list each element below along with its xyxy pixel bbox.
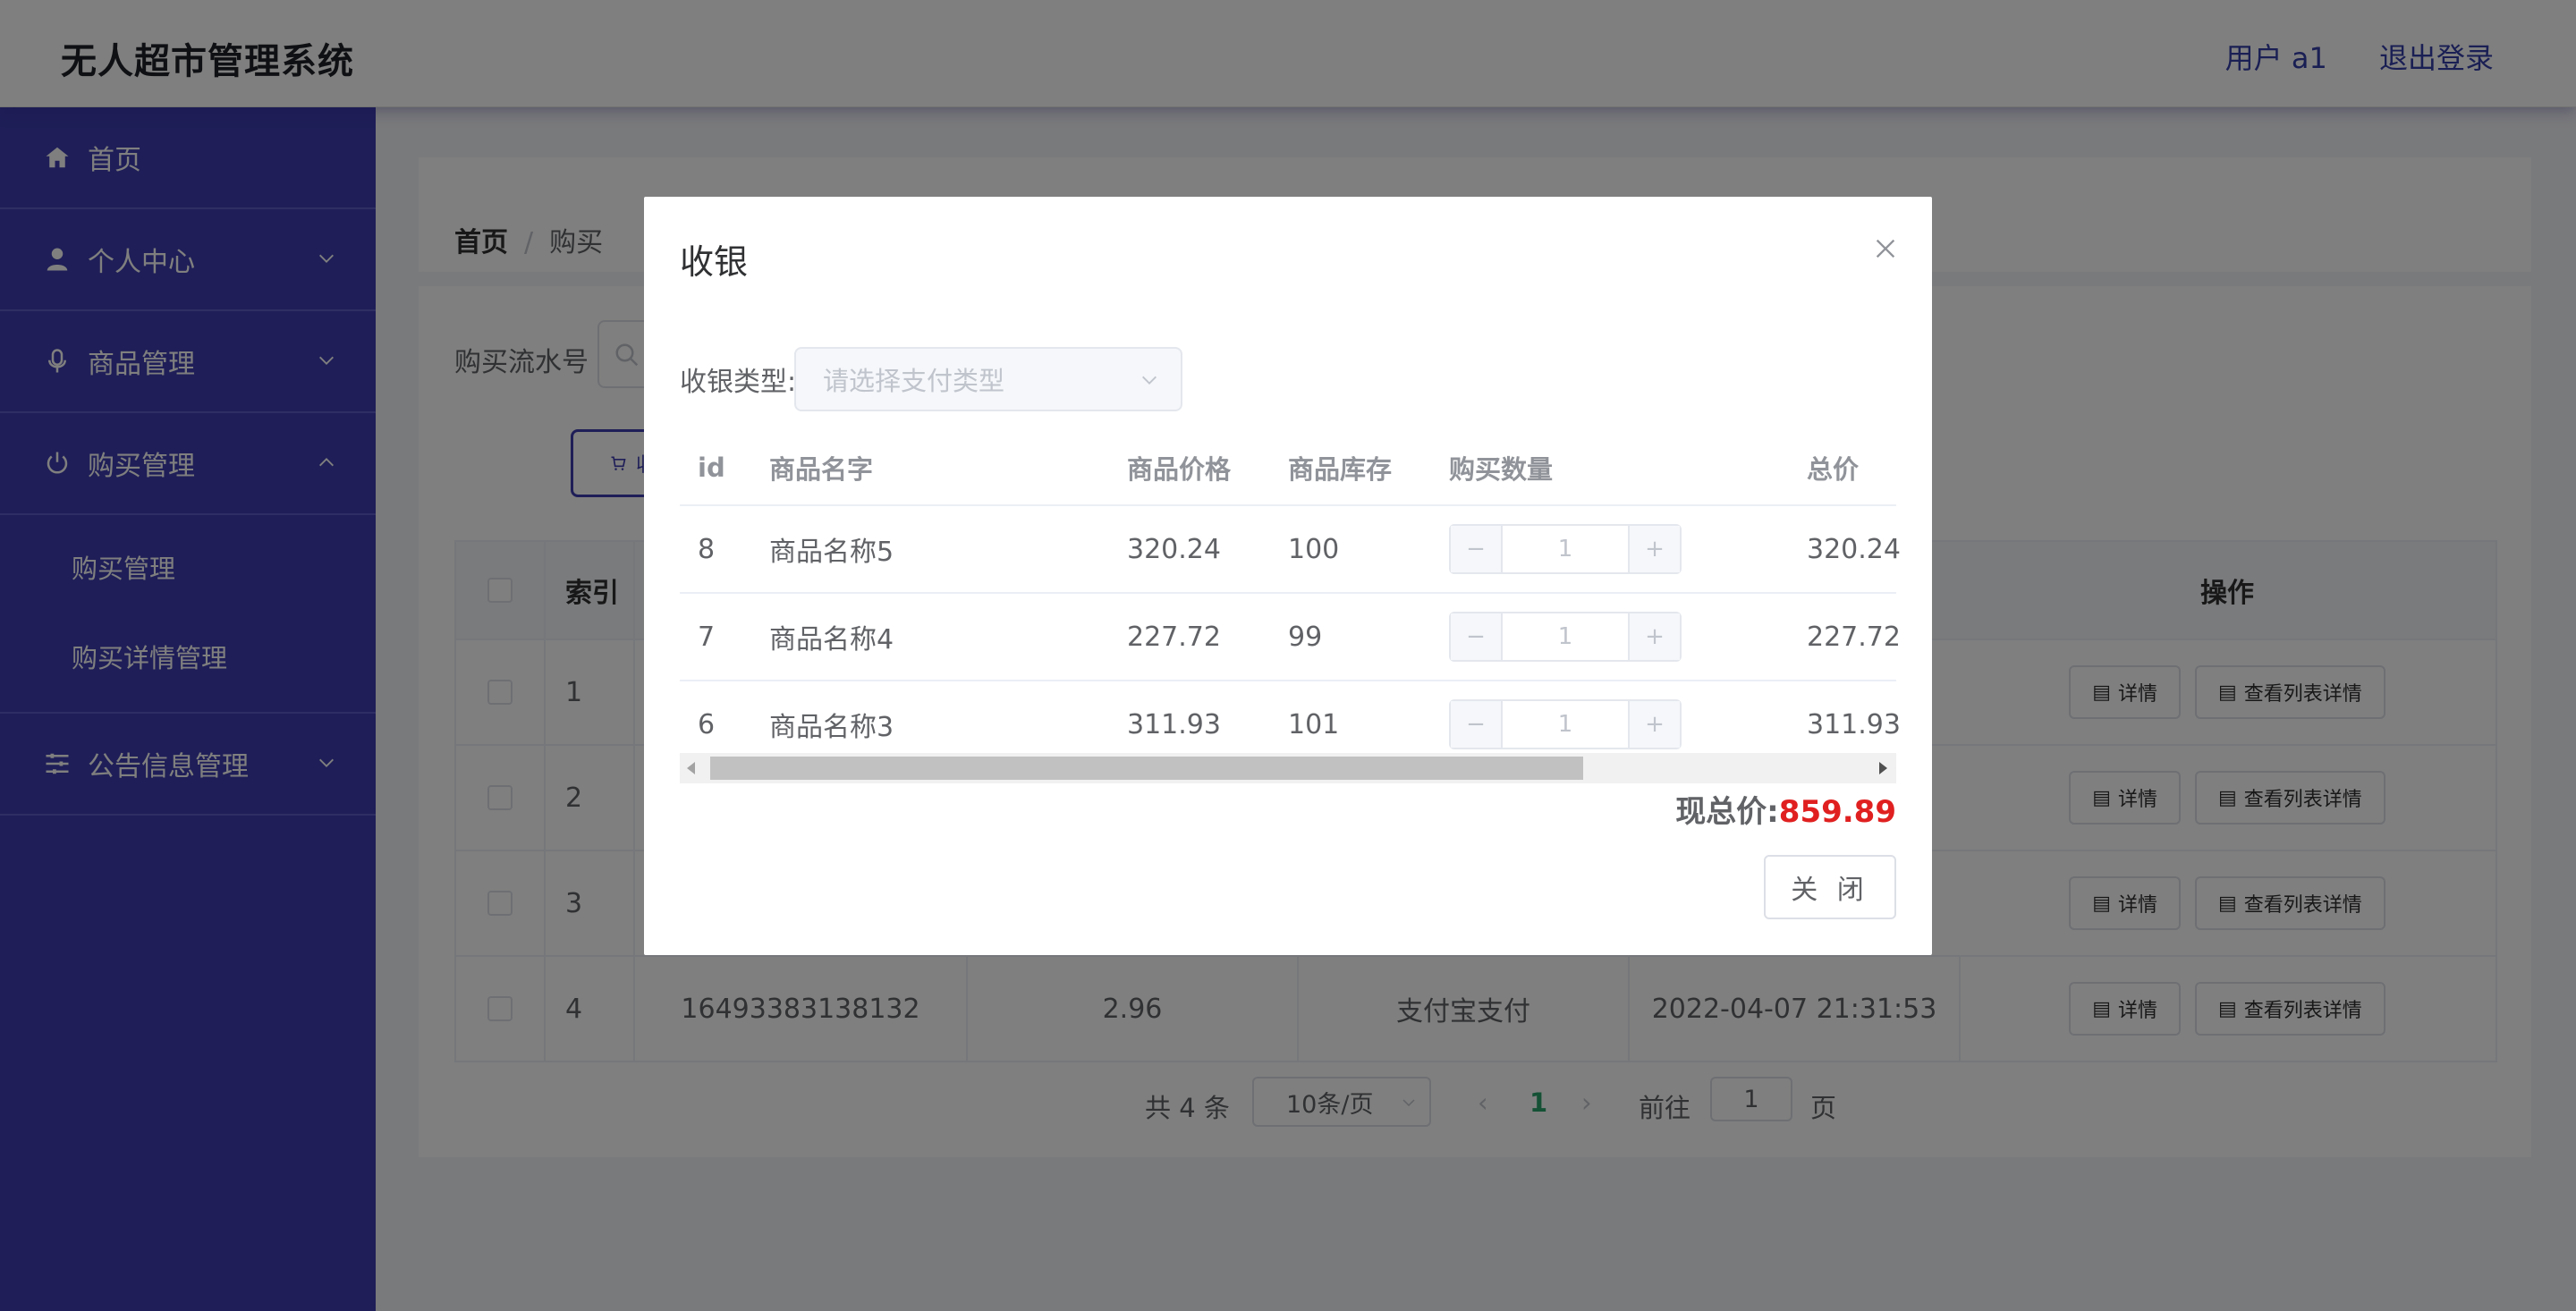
cart-stock: 100 <box>1288 533 1340 565</box>
quantity-value[interactable]: 1 <box>1503 701 1628 748</box>
cart-table: id 商品名字 商品价格 商品库存 购买数量 总价 8 商品名称5 320.24… <box>680 431 1901 769</box>
cart-id: 7 <box>698 621 716 653</box>
quantity-stepper[interactable]: − 1 + <box>1449 699 1682 749</box>
total-label: 现总价: <box>1675 794 1779 830</box>
scrollbar-thumb[interactable] <box>710 757 1583 780</box>
cart-name: 商品名称4 <box>769 624 894 656</box>
checkout-dialog: 收银 收银类型: 请选择支付类型 id 商品名字 商品价格 商品库存 购买数量 … <box>644 197 1932 955</box>
decrement-button[interactable]: − <box>1451 526 1503 572</box>
cart-row: 7 商品名称4 227.72 99 − 1 + 227.72 <box>680 594 1901 681</box>
col-price: 商品价格 <box>1127 454 1232 485</box>
cart-price: 227.72 <box>1127 621 1221 653</box>
cart-table-header: id 商品名字 商品价格 商品库存 购买数量 总价 <box>680 431 1896 506</box>
pay-type-label: 收银类型: <box>680 367 797 398</box>
scroll-right-arrow[interactable] <box>1879 762 1887 774</box>
decrement-button[interactable]: − <box>1451 701 1503 748</box>
close-button[interactable]: 关 闭 <box>1764 855 1896 919</box>
quantity-stepper[interactable]: − 1 + <box>1449 524 1682 574</box>
cart-stock: 99 <box>1288 621 1323 653</box>
increment-button[interactable]: + <box>1628 526 1680 572</box>
col-qty: 购买数量 <box>1449 454 1554 485</box>
scroll-left-arrow[interactable] <box>687 762 695 774</box>
quantity-value[interactable]: 1 <box>1503 526 1628 572</box>
cart-row: 8 商品名称5 320.24 100 − 1 + 320.24 <box>680 506 1901 594</box>
dialog-title: 收银 <box>680 242 749 282</box>
quantity-stepper[interactable]: − 1 + <box>1449 612 1682 662</box>
cart-name: 商品名称5 <box>769 537 894 568</box>
horizontal-scrollbar[interactable] <box>680 753 1896 783</box>
col-subtotal: 总价 <box>1807 454 1860 485</box>
cart-subtotal: 320.24 <box>1807 533 1901 565</box>
cart-qty-cell: − 1 + <box>1449 594 1682 680</box>
cart-id: 8 <box>698 533 716 565</box>
pay-type-placeholder: 请选择支付类型 <box>823 366 1005 396</box>
increment-button[interactable]: + <box>1628 701 1680 748</box>
cart-subtotal: 227.72 <box>1807 621 1901 653</box>
pay-type-select[interactable]: 请选择支付类型 <box>794 347 1182 411</box>
col-stock: 商品库存 <box>1288 454 1393 485</box>
increment-button[interactable]: + <box>1628 613 1680 660</box>
chevron-down-icon <box>1142 376 1157 385</box>
quantity-value[interactable]: 1 <box>1503 613 1628 660</box>
col-name: 商品名字 <box>769 454 874 485</box>
cart-price: 320.24 <box>1127 533 1221 565</box>
total-price: 现总价:859.89 <box>1675 787 1896 831</box>
close-icon[interactable] <box>1873 236 1898 261</box>
total-value: 859.89 <box>1778 794 1896 830</box>
col-id: id <box>698 453 725 483</box>
cart-qty-cell: − 1 + <box>1449 506 1682 592</box>
decrement-button[interactable]: − <box>1451 613 1503 660</box>
